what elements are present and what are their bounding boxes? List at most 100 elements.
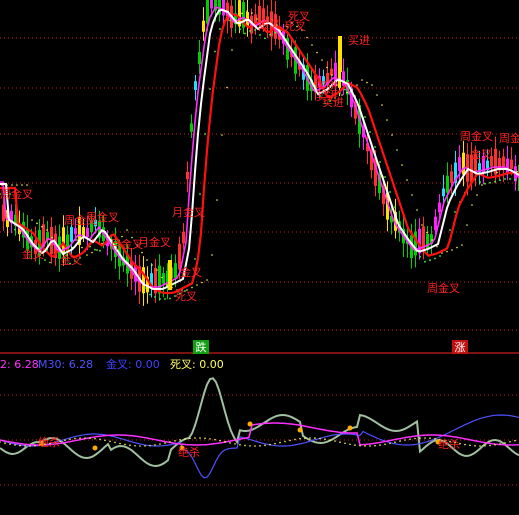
osc-dot [289, 439, 291, 442]
candle-body [434, 216, 437, 231]
osc-dot [424, 437, 426, 439]
yellow-dot [481, 184, 483, 186]
yellow-dot [376, 94, 378, 96]
osc-dot [144, 445, 146, 447]
yellow-dot [331, 74, 333, 76]
osc-dot [199, 437, 201, 439]
osc-dot [249, 445, 251, 447]
yellow-dot [46, 229, 48, 231]
yellow-dot [231, 49, 233, 51]
green-dot [99, 249, 101, 252]
osc-dot [204, 437, 206, 440]
green-dot [274, 31, 276, 34]
osc-dot [234, 443, 236, 445]
yellow-dot [471, 204, 473, 206]
green-dot [209, 88, 211, 90]
green-dot [499, 179, 501, 182]
osc-dot [114, 441, 116, 444]
osc-dot [159, 443, 161, 445]
yellow-dot [251, 12, 253, 14]
green-dot [199, 193, 201, 195]
osc-cross-marker [297, 427, 303, 433]
osc-dot [309, 437, 311, 439]
osc-dot [324, 438, 326, 440]
osc-dot [474, 445, 476, 447]
osc-dot [389, 442, 391, 445]
osc-dot [509, 440, 511, 443]
green-dot [379, 161, 381, 163]
yellow-dot [196, 284, 198, 286]
signal-label: 死叉 [288, 10, 310, 23]
green-dot [479, 181, 481, 183]
buy-marker [168, 260, 172, 290]
candle-body [414, 231, 417, 256]
candle-body [186, 171, 189, 180]
osc-dot [274, 442, 276, 445]
signal-label: 周金叉 [0, 187, 33, 201]
yellow-dot [411, 194, 413, 196]
osc-dot [134, 444, 136, 447]
osc-dot [464, 443, 466, 446]
osc-dot [349, 443, 351, 446]
osc-dot [4, 442, 6, 444]
osc-dot [299, 437, 301, 440]
osc-dot [504, 442, 506, 444]
green-dot [219, 28, 221, 30]
candle-body [438, 202, 441, 213]
osc-dot [154, 444, 156, 446]
down-badge-text: 跌 [196, 340, 207, 354]
green-dot [19, 232, 21, 234]
signal-label: 周金叉 [499, 131, 519, 145]
yellow-dot [311, 44, 313, 46]
osc-dot [239, 443, 241, 446]
yellow-dot [11, 184, 13, 186]
yellow-dot [451, 249, 453, 251]
yellow-dot [421, 224, 423, 226]
yellow-dot [146, 259, 148, 261]
osc-dot [499, 443, 501, 445]
green-dot [419, 255, 421, 258]
osc-dot [294, 438, 296, 441]
osc-cross-marker [347, 425, 353, 431]
osc-dot [264, 444, 266, 447]
chart-canvas: 死叉买进买进买进金叉月金叉周金叉月金叉金叉死叉金叉金叉死叉买进周金叉月金叉周金叉… [0, 0, 519, 515]
candle-body [190, 123, 193, 132]
yellow-dot [16, 184, 18, 186]
osc-dot [414, 437, 416, 440]
osc-dot [129, 444, 131, 447]
yellow-dot [241, 12, 243, 15]
yellow-dot [446, 250, 448, 253]
osc-dot [374, 444, 376, 447]
osc-dot [314, 437, 316, 439]
green-dot [169, 297, 171, 300]
osc-dot [119, 442, 121, 445]
osc-dot [19, 444, 21, 447]
candle-body [182, 231, 185, 244]
yellow-dot [156, 269, 158, 271]
yellow-dot [36, 222, 38, 225]
green-dot [389, 191, 391, 193]
yellow-dot [126, 229, 128, 231]
osc-dot [104, 439, 106, 442]
yellow-dot [391, 134, 393, 136]
signal-label: 金叉 [60, 253, 82, 267]
candle-body [458, 157, 461, 171]
osc-dot [189, 437, 191, 440]
signal-label: 买进 [316, 90, 338, 103]
green-dot [504, 178, 506, 180]
osc-cross-marker [247, 421, 253, 427]
signal-label: 周金叉 [460, 129, 493, 143]
signal-label: 金叉 [22, 247, 44, 261]
signal-label: 买进 [348, 34, 370, 47]
osc-dot [304, 437, 306, 440]
osc-dot [224, 440, 226, 443]
osc-dot [64, 439, 66, 441]
green-dot [509, 178, 511, 180]
osc-dot [334, 440, 336, 442]
osc-dot [209, 438, 211, 440]
green-dot [489, 181, 491, 184]
signal-label: 金叉 [470, 147, 492, 161]
candle-body [330, 68, 333, 76]
osc-dot [184, 438, 186, 440]
yellow-dot [161, 276, 163, 279]
